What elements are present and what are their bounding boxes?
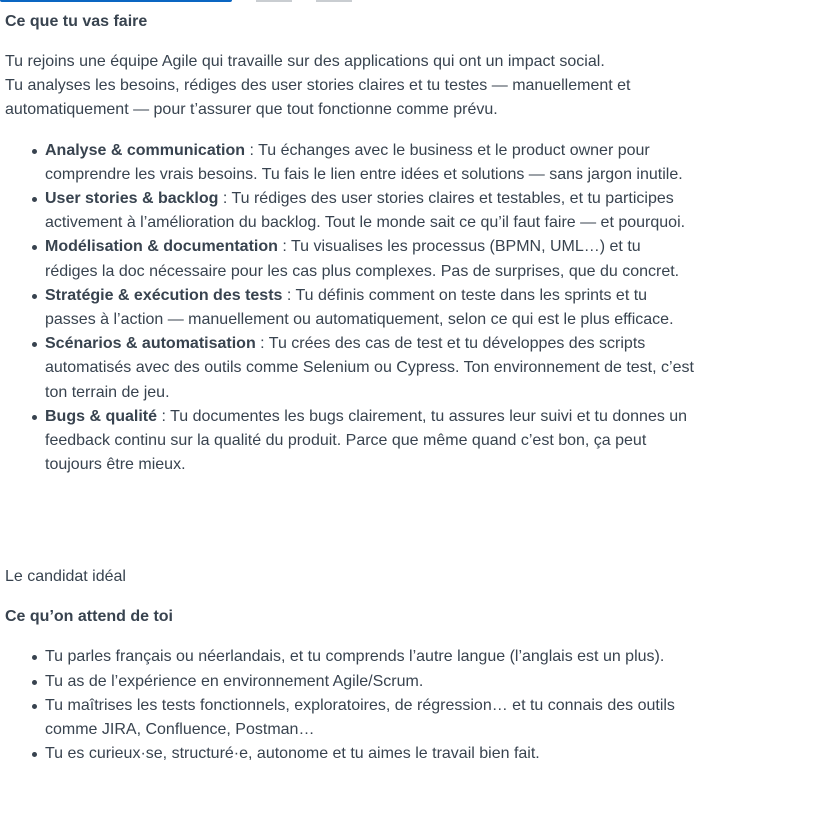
- list-item: Modélisation & documentation : Tu visual…: [32, 235, 695, 283]
- item-title: Bugs & qualité: [45, 407, 158, 425]
- list-item: Analyse & communication : Tu échanges av…: [32, 139, 695, 187]
- list-item: Tu es curieux·se, structuré·e, autonome …: [32, 742, 695, 766]
- top-tab-indicator: [0, 0, 833, 4]
- list-item: Bugs & qualité : Tu documentes les bugs …: [32, 405, 695, 478]
- section-heading-what-you-do: Ce que tu vas faire: [5, 13, 148, 30]
- item-title: Stratégie & exécution des tests: [45, 286, 283, 304]
- list-item: Tu as de l’expérience en environnement A…: [32, 670, 695, 694]
- list-item: Tu maîtrises les tests fonctionnels, exp…: [32, 694, 695, 742]
- list-item: Scénarios & automatisation : Tu crées de…: [32, 332, 695, 405]
- item-title: Analyse & communication: [45, 141, 246, 159]
- list-item: Tu parles français ou néerlandais, et tu…: [32, 645, 695, 669]
- ideal-candidate-label: Le candidat idéal: [5, 568, 126, 586]
- requirements-list: Tu parles français ou néerlandais, et tu…: [5, 645, 695, 766]
- blank-spacer: [5, 477, 695, 565]
- item-title: User stories & backlog: [45, 190, 219, 208]
- responsibilities-list: Analyse & communication : Tu échanges av…: [5, 139, 695, 478]
- intro-paragraph: Tu rejoins une équipe Agile qui travaill…: [5, 50, 695, 123]
- section-heading-expectations: Ce qu’on attend de toi: [5, 608, 173, 626]
- item-title: Modélisation & documentation: [45, 238, 278, 256]
- intro-line: Tu analyses les besoins, rédiges des use…: [5, 77, 631, 119]
- item-title: Scénarios & automatisation: [45, 335, 256, 353]
- active-tab-underline: [0, 0, 232, 2]
- intro-line: Tu rejoins une équipe Agile qui travaill…: [5, 53, 605, 70]
- tab-underline: [256, 0, 292, 2]
- tab-underline: [316, 0, 352, 2]
- list-item: User stories & backlog : Tu rédiges des …: [32, 187, 695, 235]
- job-description: Ce que tu vas faire Tu rejoins une équip…: [5, 10, 695, 766]
- list-item: Stratégie & exécution des tests : Tu déf…: [32, 284, 695, 332]
